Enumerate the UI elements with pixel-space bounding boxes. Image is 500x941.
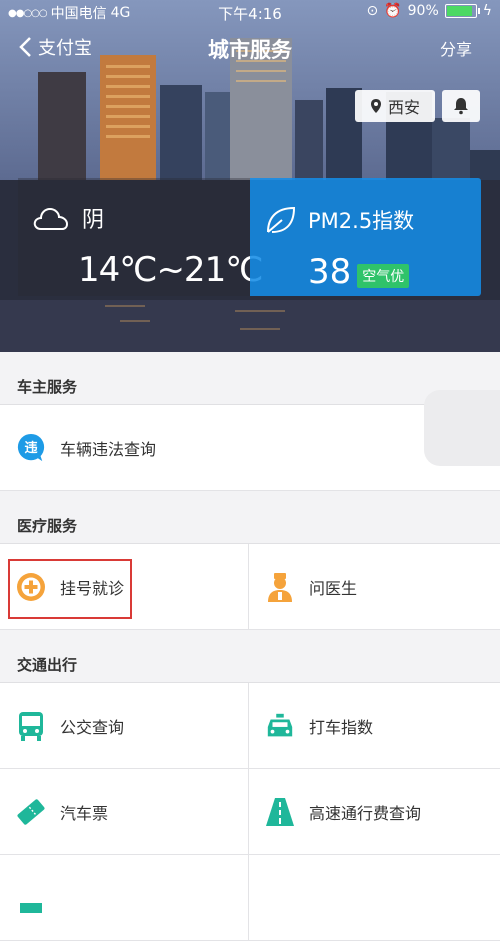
section-header-transport: 交通出行 [0,630,500,683]
service-item-label: 高速通行费查询 [309,803,422,823]
navigation-bar: 支付宝 城市服务 分享 [0,28,500,72]
taxi-icon [265,710,295,742]
floating-assistive-button[interactable] [424,390,500,466]
weather-condition: 阴 [82,208,105,233]
service-item-label: 打车指数 [309,717,374,737]
status-bar: ●●○○○ 中国电信 4G 下午4:16 ⊙ ⏰ 90% ϟ [0,0,500,24]
service-item-label: 问医生 [309,578,358,598]
doctor-icon [265,571,295,603]
alarm-icon: ⏰ [384,3,402,19]
section-header-car-owner: 车主服务 [0,352,500,405]
service-item-label: 汽车票 [60,803,109,823]
orientation-lock-icon: ⊙ [366,3,379,19]
highlight-box [8,559,132,619]
violation-icon: 违 [16,432,46,464]
service-item-highway-toll[interactable]: 高速通行费查询 [248,769,500,855]
air-quality-card[interactable]: PM2.5指数 38 空气优 [250,178,481,296]
service-item-bus-query[interactable]: 公交查询 [0,683,248,769]
section-title: 车主服务 [17,378,78,396]
pm25-label: PM2.5指数 [308,209,415,233]
pm25-value: 38 [308,252,352,292]
ticket-icon [16,796,46,828]
notification-button[interactable] [442,90,480,122]
service-item-label: 车辆违法查询 [60,439,157,459]
share-button[interactable]: 分享 [440,36,472,60]
service-item-label: 公交查询 [60,717,125,737]
bell-icon [454,98,468,115]
cloud-icon [33,207,69,230]
service-item-partial[interactable] [0,855,248,941]
service-item-coach-ticket[interactable]: 汽车票 [0,769,248,855]
location-name: 西安 [387,98,420,117]
location-pin-icon [370,99,381,113]
city-hero-banner: ●●○○○ 中国电信 4G 下午4:16 ⊙ ⏰ 90% ϟ 支付宝 城市服务 … [0,0,500,352]
air-quality-badge: 空气优 [357,264,410,288]
temperature-range: 14℃~21℃ [78,250,263,290]
location-selector[interactable]: 西安 [355,90,435,122]
page-title: 城市服务 [208,38,292,62]
charging-icon: ϟ [482,3,492,19]
battery-icon [444,4,480,18]
leaf-icon [267,206,296,233]
partial-icon [16,882,46,914]
section-header-medical: 医疗服务 [0,491,500,544]
section-title: 交通出行 [17,656,78,674]
svg-text:违: 违 [24,438,37,455]
service-item-partial[interactable] [248,855,500,941]
highway-icon [265,796,295,828]
section-title: 医疗服务 [17,517,78,535]
service-item-ask-doctor[interactable]: 问医生 [248,544,500,630]
weather-card[interactable]: 阴 14℃~21℃ [18,178,263,296]
service-item-taxi-index[interactable]: 打车指数 [248,683,500,769]
battery-percent: 90% [407,3,439,19]
bus-icon [16,710,46,742]
